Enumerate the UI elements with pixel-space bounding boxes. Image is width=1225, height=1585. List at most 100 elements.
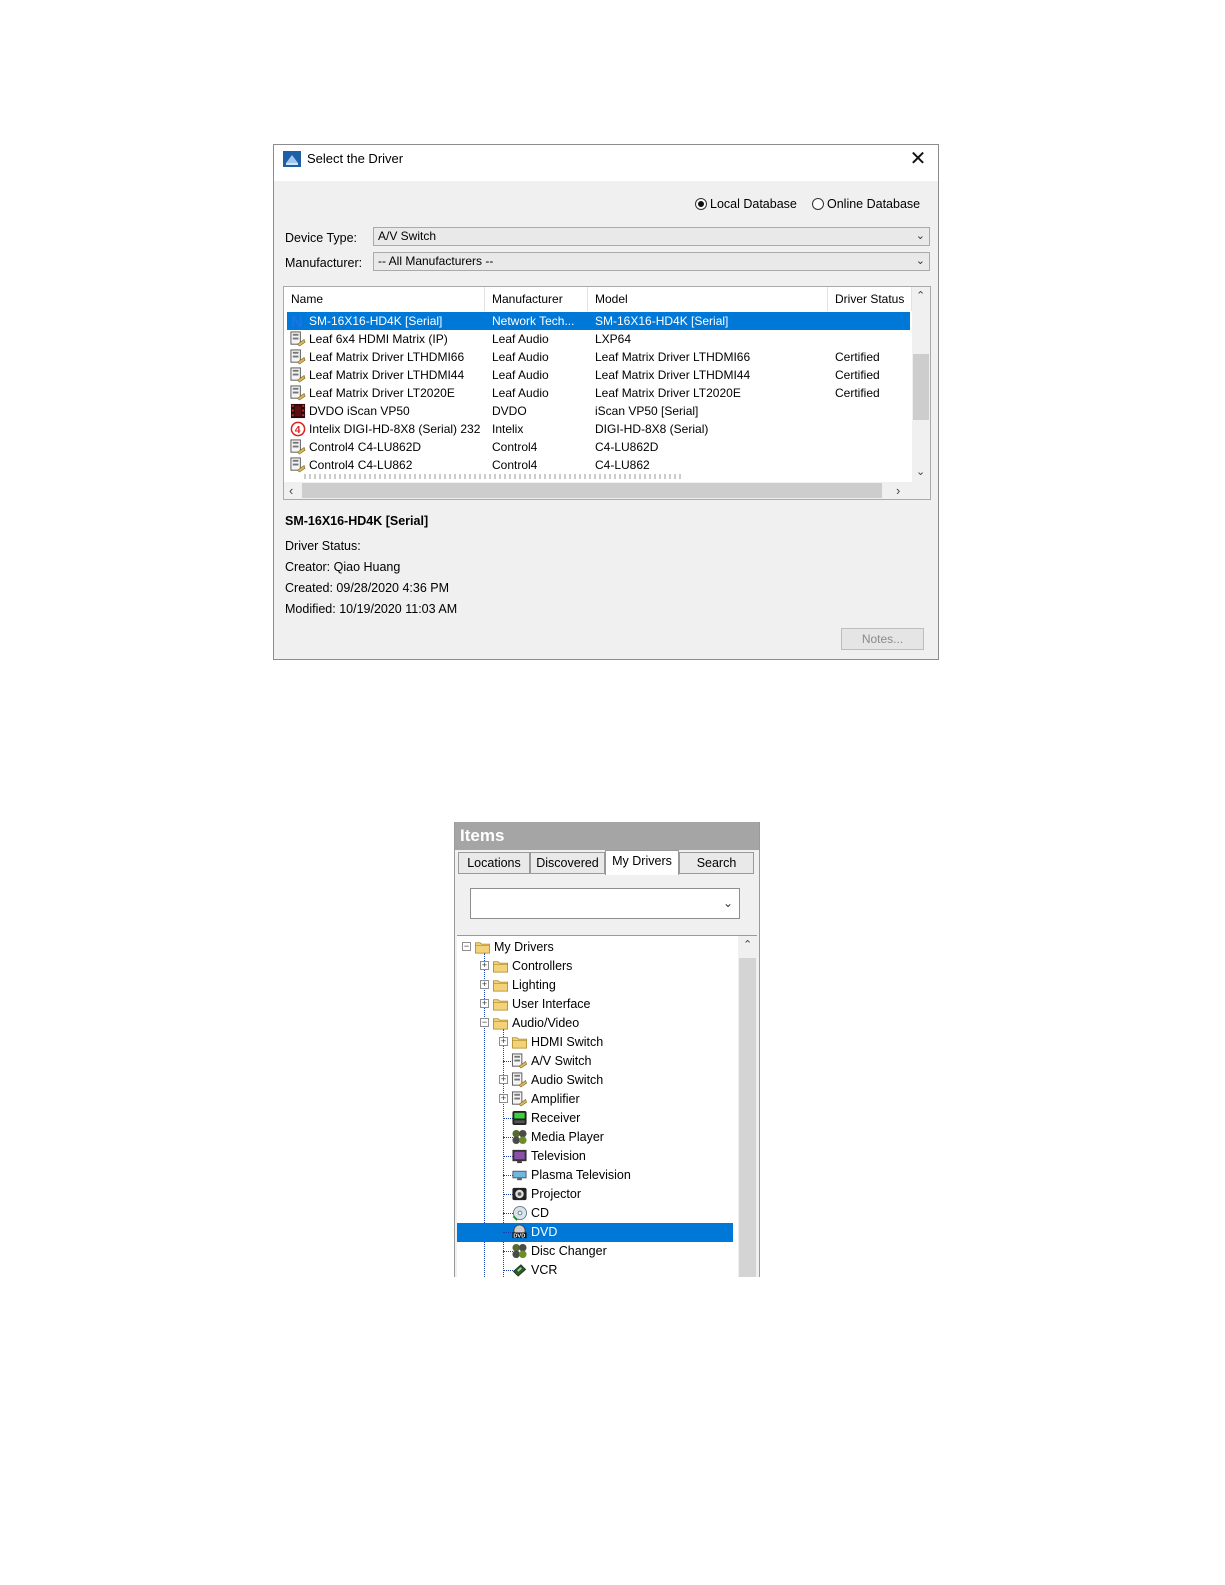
scroll-up-icon[interactable]: ⌃ — [743, 938, 752, 951]
radio-unselected-icon — [812, 198, 824, 210]
driver-model-cell: iScan VP50 [Serial] — [595, 404, 699, 418]
driver-row[interactable]: Leaf Matrix Driver LT2020E Leaf Audio Leaf… — [287, 384, 910, 402]
vertical-scroll-thumb[interactable] — [739, 958, 756, 1277]
tree-item[interactable]: DVD DVD — [457, 1223, 735, 1242]
driver-row[interactable]: 4 Intelix DIGI-HD-8X8 (Serial) 232 Intelix… — [287, 420, 910, 438]
notes-button[interactable]: Notes... — [841, 628, 924, 650]
dialog-title: Select the Driver — [307, 151, 404, 166]
tree-item[interactable]: Plasma Television — [457, 1166, 735, 1185]
driver-row[interactable]: Control4 C4-LU862 Control4 C4-LU862 — [287, 456, 910, 474]
network-tech-icon: N — [290, 313, 306, 331]
tree-item[interactable]: VCR — [457, 1261, 735, 1277]
driver-model-cell: SM-16X16-HD4K [Serial] — [595, 314, 729, 328]
tree-item[interactable]: A/V Switch — [457, 1052, 735, 1071]
vertical-scrollbar[interactable]: ⌃ — [738, 936, 757, 1277]
driver-manufacturer-cell: Control4 — [492, 458, 538, 472]
driver-row[interactable]: Leaf Matrix Driver LTHDMI44 Leaf Audio Lea… — [287, 366, 910, 384]
device-type-select[interactable]: A/V Switch ⌄ — [373, 227, 930, 246]
tree-item[interactable]: − Audio/Video — [457, 1014, 735, 1033]
driver-row[interactable]: DVDO iScan VP50 DVDO iScan VP50 [Serial] — [287, 402, 910, 420]
projector-icon — [511, 1186, 528, 1202]
driver-manufacturer-cell: Intelix — [492, 422, 524, 436]
column-header-model[interactable]: Model — [588, 287, 828, 311]
driver-status-cell: Certified — [835, 350, 880, 364]
driver-name-cell: Control4 C4-LU862D — [309, 440, 422, 454]
chevron-down-icon: ⌄ — [722, 896, 733, 910]
driver-status-cell: Certified — [835, 386, 880, 400]
switch-driver-icon — [290, 331, 306, 347]
tree-item[interactable]: + Lighting — [457, 976, 735, 995]
tree-item[interactable]: Media Player — [457, 1128, 735, 1147]
tree-item[interactable]: + Controllers — [457, 957, 735, 976]
online-database-radio[interactable]: Online Database — [812, 197, 920, 211]
horizontal-scroll-thumb[interactable] — [302, 483, 882, 498]
device-type-label: Device Type: — [285, 231, 358, 245]
vertical-scrollbar[interactable]: ⌃ ⌄ — [912, 287, 930, 483]
tab-search[interactable]: Search — [679, 852, 754, 874]
media-player-icon — [511, 1129, 528, 1145]
tab-locations[interactable]: Locations — [458, 852, 530, 874]
scroll-up-icon[interactable]: ⌃ — [916, 289, 925, 302]
svg-text:4: 4 — [295, 425, 301, 436]
tree-item[interactable]: + Amplifier — [457, 1090, 735, 1109]
folder-icon — [492, 1015, 509, 1031]
driver-filter-select[interactable]: ⌄ — [470, 888, 740, 919]
driver-model-cell: C4-LU862D — [595, 440, 659, 454]
scroll-right-icon[interactable]: › — [896, 483, 900, 498]
switch-driver-icon — [290, 349, 306, 365]
driver-model-cell: C4-LU862 — [595, 458, 650, 472]
manufacturer-label: Manufacturer: — [285, 256, 363, 270]
device-type-value: A/V Switch — [378, 229, 437, 243]
tree-item-label: Amplifier — [531, 1092, 580, 1106]
expand-icon[interactable]: + — [499, 1075, 508, 1084]
driver-row[interactable]: N SM-16X16-HD4K [Serial] Network Tech... SM… — [287, 312, 910, 331]
driver-name-cell: DVDO iScan VP50 — [309, 404, 410, 418]
driver-name-cell: Leaf 6x4 HDMI Matrix (IP) — [309, 332, 448, 346]
expand-icon[interactable]: + — [480, 980, 489, 989]
switch-driver-icon — [290, 385, 306, 401]
title-bar: Select the Driver ✕ — [274, 145, 938, 181]
tree-item-label: Plasma Television — [531, 1168, 631, 1182]
manufacturer-select[interactable]: -- All Manufacturers -- ⌄ — [373, 252, 930, 271]
tree-item[interactable]: + Audio Switch — [457, 1071, 735, 1090]
folder-icon — [511, 1034, 528, 1050]
collapse-icon[interactable]: − — [480, 1018, 489, 1027]
column-header-manufacturer[interactable]: Manufacturer — [485, 287, 588, 311]
driver-list[interactable]: Name Manufacturer Model Driver Status N S… — [283, 286, 931, 500]
tree-item-label: Audio/Video — [512, 1016, 580, 1030]
expand-icon[interactable]: + — [499, 1037, 508, 1046]
driver-row[interactable]: Control4 C4-LU862D Control4 C4-LU862D — [287, 438, 910, 456]
drivers-tree[interactable]: − My Drivers + Controllers + Lighting + User In… — [457, 935, 757, 1277]
vertical-scroll-thumb[interactable] — [913, 354, 929, 420]
tab-my-drivers[interactable]: My Drivers — [605, 850, 679, 875]
column-header-name[interactable]: Name — [284, 287, 485, 311]
expand-icon[interactable]: + — [480, 961, 489, 970]
driver-row[interactable]: Leaf 6x4 HDMI Matrix (IP) Leaf Audio LXP64 — [287, 330, 910, 348]
switch-driver-icon — [290, 367, 306, 383]
selected-driver-name: SM-16X16-HD4K [Serial] — [285, 514, 429, 528]
scroll-down-icon[interactable]: ⌄ — [916, 465, 925, 478]
driver-model-cell: LXP64 — [595, 332, 632, 346]
driver-row[interactable]: Leaf Matrix Driver LTHDMI66 Leaf Audio Lea… — [287, 348, 910, 366]
tree-item[interactable]: Television — [457, 1147, 735, 1166]
tree-item[interactable]: Disc Changer — [457, 1242, 735, 1261]
tree-item[interactable]: + HDMI Switch — [457, 1033, 735, 1052]
expand-icon[interactable]: + — [480, 999, 489, 1008]
tree-item-label: Media Player — [531, 1130, 604, 1144]
tree-item[interactable]: − My Drivers — [457, 938, 735, 957]
tree-item[interactable]: Receiver — [457, 1109, 735, 1128]
driver-row-partial — [304, 474, 684, 479]
horizontal-scrollbar[interactable]: ‹ › — [284, 482, 930, 499]
driver-status-cell: Certified — [835, 368, 880, 382]
tab-discovered[interactable]: Discovered — [530, 852, 605, 874]
tree-item[interactable]: CD — [457, 1204, 735, 1223]
collapse-icon[interactable]: − — [462, 942, 471, 951]
scroll-left-icon[interactable]: ‹ — [289, 483, 293, 498]
close-button[interactable]: ✕ — [904, 147, 932, 171]
tree-item[interactable]: + User Interface — [457, 995, 735, 1014]
folder-icon — [492, 996, 509, 1012]
expand-icon[interactable]: + — [499, 1094, 508, 1103]
local-database-radio[interactable]: Local Database — [695, 197, 797, 211]
column-header-driver-status[interactable]: Driver Status — [828, 287, 912, 311]
tree-item[interactable]: Projector — [457, 1185, 735, 1204]
